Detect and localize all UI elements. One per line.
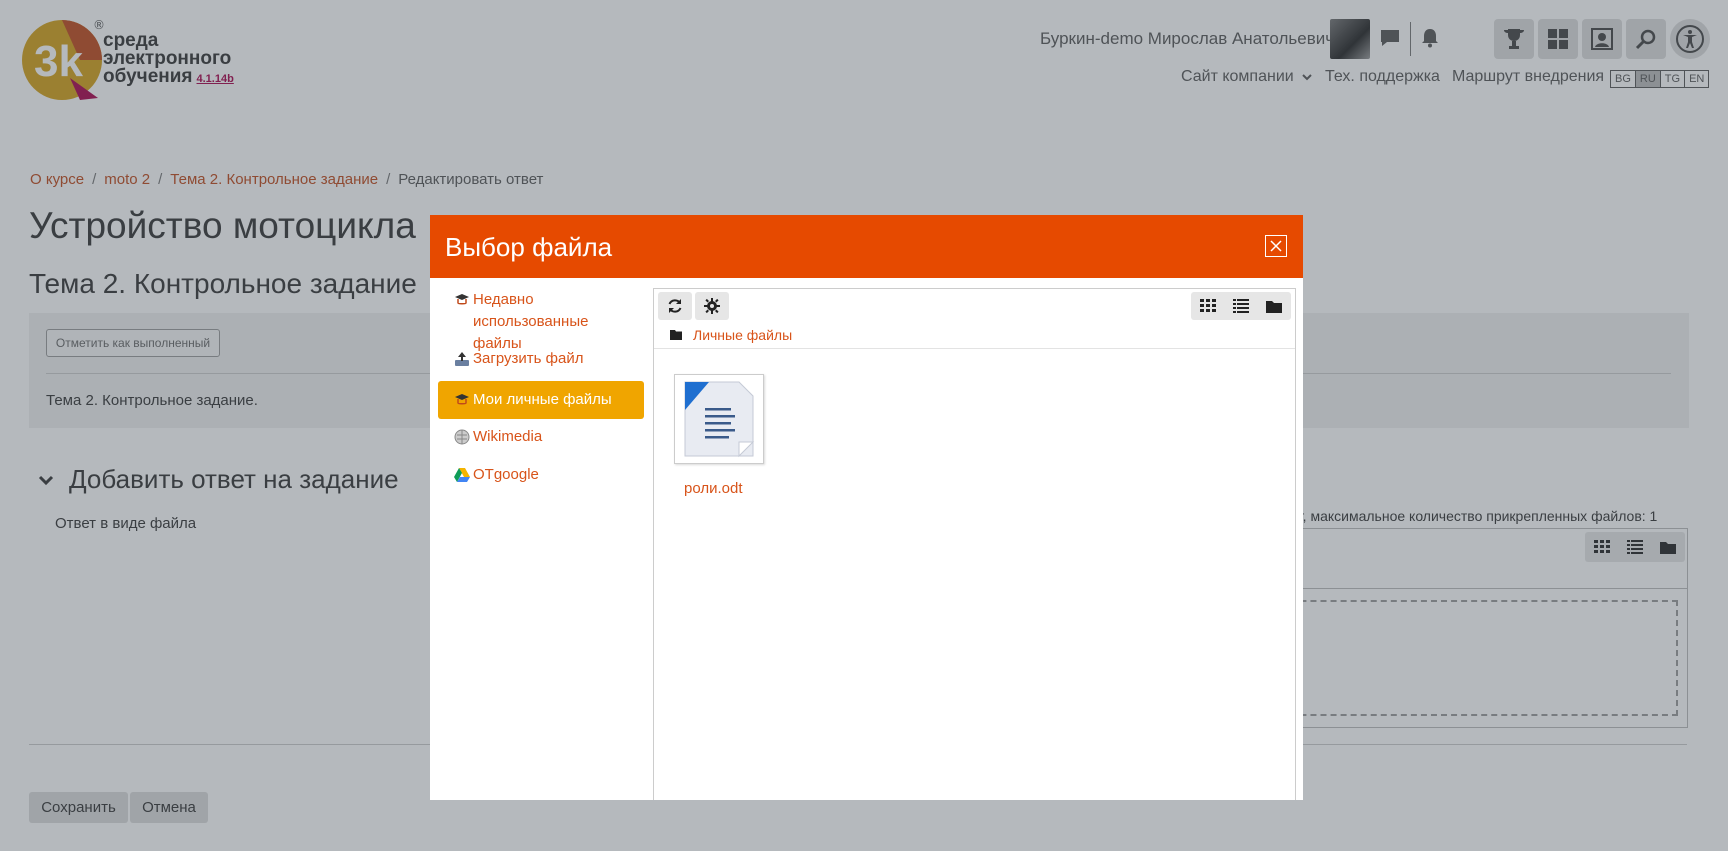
repo-google-drive[interactable]: OTgoogle [438, 464, 644, 486]
repo-wikimedia[interactable]: Wikimedia [438, 426, 644, 448]
path-divider [654, 348, 1295, 349]
gear-icon [704, 298, 720, 314]
recent-files-icon [455, 294, 469, 305]
grid-view-icon[interactable] [1199, 299, 1216, 313]
file-picker-dialog: Выбор файла Недавно использованные файлы … [430, 215, 1303, 800]
close-button[interactable] [1265, 235, 1287, 257]
folder-icon [670, 330, 682, 340]
repo-recent-files[interactable]: Недавно использованные файлы [438, 289, 644, 355]
google-drive-icon [454, 468, 470, 482]
dialog-header: Выбор файла [430, 215, 1303, 278]
file-item[interactable]: роли.odt [674, 374, 764, 497]
view-mode-toolbar [1191, 292, 1291, 320]
close-icon [1270, 240, 1282, 252]
settings-button[interactable] [695, 292, 729, 320]
upload-icon [455, 352, 469, 366]
folder-view-icon[interactable] [1266, 299, 1283, 313]
file-thumbnail[interactable] [674, 374, 764, 464]
file-browser: Личные файлы роли.odt [653, 288, 1296, 800]
dialog-title: Выбор файла [445, 232, 613, 262]
wikimedia-icon [454, 429, 470, 445]
list-view-icon[interactable] [1232, 299, 1249, 313]
document-icon [684, 381, 755, 458]
refresh-button[interactable] [658, 292, 692, 320]
repository-list: Недавно использованные файлы Загрузить фа… [430, 278, 652, 800]
refresh-icon [668, 299, 682, 313]
repo-upload-file[interactable]: Загрузить файл [438, 348, 644, 370]
file-name[interactable]: роли.odt [684, 480, 743, 497]
repo-private-files[interactable]: Мои личные файлы [438, 381, 644, 419]
path-bar: Личные файлы [654, 322, 1295, 348]
path-current-folder[interactable]: Личные файлы [693, 327, 792, 343]
private-files-icon [455, 394, 469, 405]
